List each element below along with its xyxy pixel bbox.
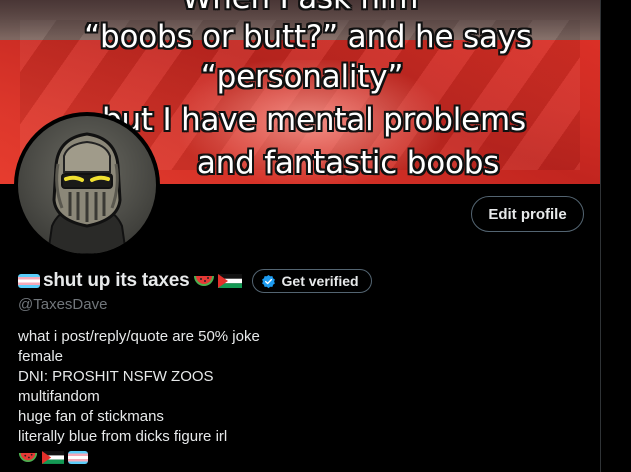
verified-badge-icon (261, 274, 275, 288)
transgender-flag-icon (18, 274, 40, 288)
profile-page: When I ask him “boobs or butt?” and he s… (0, 0, 631, 472)
user-handle: @TaxesDave (18, 296, 108, 313)
bio-line: what i post/reply/quote are 50% joke (18, 328, 260, 345)
edit-profile-button[interactable]: Edit profile (471, 196, 584, 232)
bio-line: multifandom (18, 388, 100, 405)
bio-line: female (18, 348, 64, 365)
avatar[interactable] (14, 112, 160, 258)
get-verified-label: Get verified (281, 273, 359, 289)
bio-line: huge fan of stickmans (18, 408, 164, 425)
watermelon-icon (193, 276, 214, 286)
display-name: shut up its taxes (43, 270, 190, 291)
palestine-flag-icon (217, 274, 242, 288)
bio-line: DNI: PROSHIT NSFW ZOOS (18, 368, 214, 385)
banner-caption-line: “boobs or butt?” and he says (84, 19, 532, 55)
watermelon-icon (18, 452, 38, 462)
banner-caption-line: When I ask him (0, 0, 600, 18)
scroll-gutter (601, 0, 631, 472)
palestine-flag-icon (42, 450, 64, 464)
get-verified-button[interactable]: Get verified (251, 269, 372, 293)
name-row: shut up its taxes Get verified (18, 268, 372, 294)
profile-bio: what i post/reply/quote are 50% joke fem… (18, 327, 260, 467)
transgender-flag-icon (68, 450, 88, 464)
knight-helmet-icon (46, 132, 128, 254)
banner-caption-line: “personality” (200, 59, 404, 95)
bio-line: literally blue from dicks figure irl (18, 428, 228, 445)
avatar-image (18, 116, 156, 254)
profile-column: When I ask him “boobs or butt?” and he s… (0, 0, 601, 472)
bio-emoji-row (18, 447, 260, 467)
